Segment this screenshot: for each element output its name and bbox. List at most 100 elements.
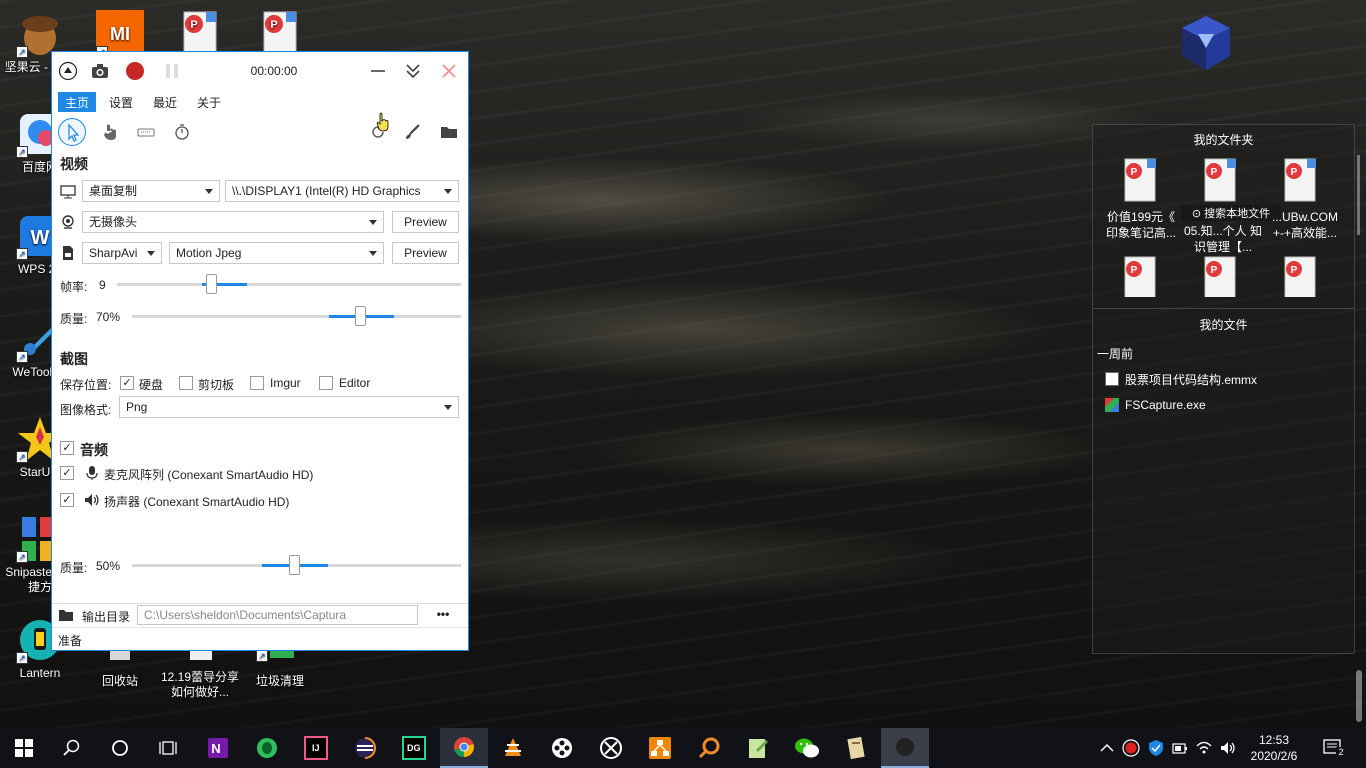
output-more-button[interactable]: ••• bbox=[422, 605, 464, 625]
tab-recent[interactable]: 最近 bbox=[146, 92, 184, 112]
edge-scrollbar[interactable] bbox=[1356, 670, 1362, 722]
recent-file-item[interactable]: FSCapture.exe bbox=[1105, 397, 1206, 413]
pdf-file-icon[interactable]: P bbox=[1281, 255, 1321, 297]
save-editor-checkbox[interactable] bbox=[319, 376, 333, 390]
cube-widget-icon[interactable] bbox=[1178, 14, 1234, 72]
folder-file-label[interactable]: ...UBw.COM +-+高效能... bbox=[1265, 209, 1345, 241]
intellij-icon[interactable]: IJ bbox=[292, 728, 340, 768]
vlc-icon[interactable] bbox=[489, 728, 537, 768]
pdf-file-icon[interactable]: P bbox=[1121, 157, 1161, 205]
tab-settings[interactable]: 设置 bbox=[102, 92, 140, 112]
tab-home[interactable]: 主页 bbox=[58, 92, 97, 112]
save-disk-checkbox[interactable]: ✓ bbox=[120, 376, 134, 390]
video-quality-slider-thumb[interactable] bbox=[355, 306, 366, 326]
save-clipboard-checkbox[interactable] bbox=[179, 376, 193, 390]
status-text: 准备 bbox=[58, 634, 83, 648]
panel-scrollbar[interactable] bbox=[1357, 155, 1360, 235]
folder-icon[interactable] bbox=[439, 122, 459, 142]
timer-icon[interactable] bbox=[172, 122, 192, 142]
hand-click-icon[interactable] bbox=[100, 122, 120, 142]
week-ago-label: 一周前 bbox=[1097, 347, 1134, 361]
source-mode-value: 桌面复制 bbox=[89, 184, 138, 198]
save-editor-label: Editor bbox=[339, 376, 371, 390]
pause-button[interactable] bbox=[162, 61, 182, 81]
pdf-file-icon[interactable]: P bbox=[1201, 157, 1241, 205]
notepad-plus-icon[interactable] bbox=[734, 728, 782, 768]
codec-value: Motion Jpeg bbox=[176, 246, 242, 260]
webcam-preview-button[interactable]: Preview bbox=[392, 211, 459, 233]
collapse-down-icon[interactable] bbox=[403, 61, 423, 81]
collapse-up-button[interactable] bbox=[58, 61, 78, 81]
speaker-checkbox[interactable]: ✓ bbox=[60, 493, 74, 507]
webcam-value: 无摄像头 bbox=[89, 215, 138, 229]
output-path-field[interactable]: C:\Users\sheldon\Documents\Captura bbox=[137, 605, 418, 625]
film-reel-icon[interactable] bbox=[538, 728, 586, 768]
eclipse-icon[interactable] bbox=[341, 728, 389, 768]
source-mode-select[interactable]: 桌面复制 bbox=[82, 180, 220, 202]
cursor-tool-button[interactable] bbox=[58, 118, 86, 146]
cortana-icon[interactable] bbox=[96, 728, 144, 768]
chrome-icon[interactable] bbox=[440, 728, 488, 768]
webcam-icon bbox=[60, 214, 76, 230]
video-quality-value: 70% bbox=[96, 310, 121, 324]
datagrip-icon[interactable]: DG bbox=[390, 728, 438, 768]
folder-file-label[interactable]: 价值199元《 印象笔记高... bbox=[1101, 209, 1181, 241]
security-shield-icon[interactable] bbox=[1147, 739, 1165, 757]
svg-text:MI: MI bbox=[110, 24, 130, 44]
captura-taskbar-icon[interactable] bbox=[881, 728, 929, 768]
recent-file-item[interactable]: 股票项目代码结构.emmx bbox=[1105, 371, 1257, 387]
audio-quality-value: 50% bbox=[96, 559, 121, 573]
speaker-icon bbox=[84, 492, 100, 508]
fps-slider-track[interactable] bbox=[117, 283, 461, 286]
recording-tray-icon[interactable] bbox=[1122, 739, 1140, 757]
everything-search-icon[interactable] bbox=[685, 728, 733, 768]
folder-file-label[interactable]: 05.知...个人 知识管理【... bbox=[1183, 223, 1263, 255]
notification-center-icon[interactable]: 2 bbox=[1322, 738, 1346, 758]
tray-expand-icon[interactable] bbox=[1098, 740, 1116, 756]
draw-io-icon[interactable] bbox=[636, 728, 684, 768]
clock[interactable]: 12:53 2020/2/6 bbox=[1244, 732, 1304, 764]
paper-app-icon[interactable] bbox=[832, 728, 880, 768]
evernote-icon[interactable] bbox=[243, 728, 291, 768]
elapsed-timer: 00:00:00 bbox=[250, 64, 298, 78]
minimize-button[interactable] bbox=[368, 61, 388, 81]
tool-row bbox=[52, 118, 468, 148]
fps-slider-thumb[interactable] bbox=[206, 274, 217, 294]
audio-enable-checkbox[interactable]: ✓ bbox=[60, 441, 74, 455]
svg-text:N: N bbox=[211, 741, 220, 756]
onenote-icon[interactable]: N bbox=[194, 728, 242, 768]
audio-quality-slider-thumb[interactable] bbox=[289, 555, 300, 575]
captura-window: 00:00:00 主页 设置 最近 关于 视频 桌面复制 \\.\DISPLAY… bbox=[51, 51, 469, 651]
desktop-icon-label: Lantern bbox=[19, 666, 61, 680]
pdf-file-icon[interactable]: P bbox=[1201, 255, 1241, 297]
tab-about[interactable]: 关于 bbox=[190, 92, 228, 112]
image-format-select[interactable]: Png bbox=[119, 396, 459, 418]
codec-preview-button[interactable]: Preview bbox=[392, 242, 459, 264]
writer-select[interactable]: SharpAvi bbox=[82, 242, 162, 264]
mic-checkbox[interactable]: ✓ bbox=[60, 466, 74, 480]
fscapture-icon bbox=[1105, 398, 1119, 412]
video-quality-slider-track[interactable] bbox=[132, 315, 461, 318]
record-button[interactable] bbox=[125, 61, 145, 81]
webcam-select[interactable]: 无摄像头 bbox=[82, 211, 384, 233]
display-select[interactable]: \\.\DISPLAY1 (Intel(R) HD Graphics bbox=[225, 180, 459, 202]
output-folder-icon[interactable] bbox=[58, 607, 74, 623]
task-view-icon[interactable] bbox=[144, 728, 192, 768]
close-icon[interactable] bbox=[439, 61, 459, 81]
save-imgur-checkbox[interactable] bbox=[250, 376, 264, 390]
windows-start-button[interactable] bbox=[0, 728, 48, 768]
save-clipboard-label: 剪切板 bbox=[198, 378, 235, 392]
keyboard-icon[interactable] bbox=[136, 122, 156, 142]
codec-select[interactable]: Motion Jpeg bbox=[169, 242, 384, 264]
xmind-icon[interactable] bbox=[587, 728, 635, 768]
volume-icon[interactable] bbox=[1219, 739, 1237, 757]
battery-icon[interactable] bbox=[1171, 739, 1189, 757]
brush-icon[interactable] bbox=[403, 122, 423, 142]
search-icon[interactable] bbox=[48, 728, 96, 768]
wifi-icon[interactable] bbox=[1195, 739, 1213, 757]
pdf-file-icon[interactable]: P bbox=[1281, 157, 1321, 205]
svg-text:P: P bbox=[1211, 265, 1218, 276]
camera-icon[interactable] bbox=[90, 61, 110, 81]
pdf-file-icon[interactable]: P bbox=[1121, 255, 1161, 297]
wechat-icon[interactable] bbox=[783, 728, 831, 768]
